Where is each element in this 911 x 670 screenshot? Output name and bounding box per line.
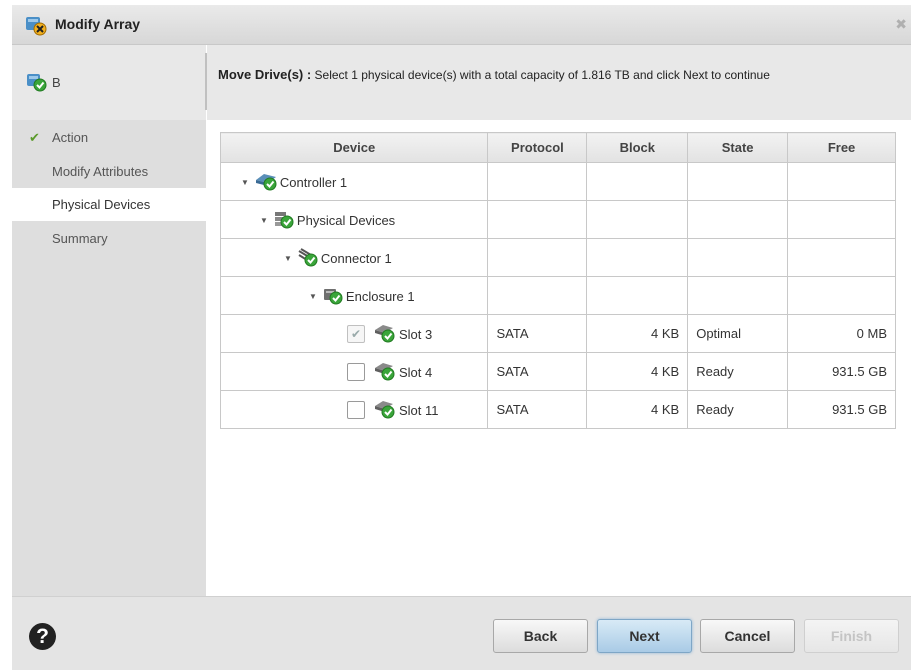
expand-triangle-icon[interactable]: ▼ bbox=[260, 216, 268, 225]
state-cell bbox=[687, 162, 789, 201]
protocol-cell bbox=[487, 276, 588, 315]
device-name: Slot 11 bbox=[399, 402, 439, 418]
dialog-footer: ? Back Next Cancel Finish bbox=[12, 596, 911, 670]
protocol-cell bbox=[487, 200, 588, 239]
block-cell bbox=[586, 162, 689, 201]
device-name: Slot 3 bbox=[399, 326, 433, 342]
enclosure-icon bbox=[322, 285, 344, 308]
close-icon[interactable]: ✖ bbox=[895, 17, 907, 31]
step-label: Action bbox=[52, 130, 89, 145]
step-label: Summary bbox=[52, 231, 108, 246]
array-modify-icon bbox=[24, 14, 48, 39]
device-table: Device Protocol Block State Free ▼ Contr… bbox=[219, 132, 896, 429]
step-action[interactable]: ✔ Action bbox=[12, 121, 206, 154]
wizard-steps: ✔ Action Modify Attributes Physical Devi… bbox=[12, 120, 206, 596]
protocol-cell bbox=[487, 162, 588, 201]
table-row[interactable]: ▼ Enclosure 1 bbox=[219, 276, 896, 315]
table-row[interactable]: ▼ Controller 1 bbox=[219, 162, 896, 201]
array-header: B bbox=[12, 45, 206, 120]
free-cell bbox=[787, 276, 896, 315]
instruction-message: Move Drive(s) : Select 1 physical device… bbox=[218, 68, 868, 82]
help-icon[interactable]: ? bbox=[29, 623, 56, 650]
expand-triangle-icon[interactable]: ▼ bbox=[309, 292, 317, 301]
block-cell bbox=[586, 200, 689, 239]
device-cell: Slot 4 bbox=[219, 352, 489, 391]
state-cell bbox=[687, 200, 789, 239]
protocol-cell: SATA bbox=[487, 390, 588, 429]
block-cell: 4 KB bbox=[586, 352, 689, 391]
state-cell: Ready bbox=[687, 352, 789, 391]
device-name: Physical Devices bbox=[296, 212, 396, 228]
protocol-cell: SATA bbox=[487, 352, 588, 391]
column-header-state[interactable]: State bbox=[687, 132, 789, 163]
expand-triangle-icon[interactable]: ▼ bbox=[284, 254, 292, 263]
table-row[interactable]: Slot 11 SATA 4 KB Ready 931.5 GB bbox=[219, 390, 896, 429]
device-name: Connector 1 bbox=[320, 250, 392, 266]
table-row[interactable]: ✔ Slot 3 SATA 4 KB Optimal 0 MB bbox=[219, 314, 896, 353]
device-cell: ✔ Slot 3 bbox=[219, 314, 489, 353]
finish-button[interactable]: Finish bbox=[804, 619, 899, 653]
cancel-button[interactable]: Cancel bbox=[700, 619, 795, 653]
instruction-text: Select 1 physical device(s) with a total… bbox=[311, 68, 770, 82]
column-header-free[interactable]: Free bbox=[787, 132, 896, 163]
next-button[interactable]: Next bbox=[597, 619, 692, 653]
drive-icon bbox=[373, 399, 397, 422]
block-cell bbox=[586, 276, 689, 315]
connector-icon bbox=[297, 247, 319, 270]
free-cell bbox=[787, 238, 896, 277]
array-name: B bbox=[52, 75, 61, 90]
state-cell bbox=[687, 238, 789, 277]
device-name: Controller 1 bbox=[279, 174, 348, 190]
block-cell bbox=[586, 238, 689, 277]
main-panel: Device Protocol Block State Free ▼ Contr… bbox=[206, 120, 911, 596]
device-cell: ▼ Connector 1 bbox=[219, 238, 489, 277]
table-header-row: Device Protocol Block State Free bbox=[219, 132, 896, 163]
device-cell: ▼ Controller 1 bbox=[219, 162, 489, 201]
drive-icon bbox=[373, 361, 397, 384]
step-modify-attributes[interactable]: Modify Attributes bbox=[12, 155, 206, 188]
free-cell: 931.5 GB bbox=[787, 390, 896, 429]
instruction-header: Move Drive(s) : Select 1 physical device… bbox=[207, 45, 911, 120]
state-cell bbox=[687, 276, 789, 315]
slot-checkbox[interactable]: ✔ bbox=[347, 325, 365, 343]
protocol-cell: SATA bbox=[487, 314, 588, 353]
column-header-device[interactable]: Device bbox=[219, 132, 489, 163]
step-summary[interactable]: Summary bbox=[12, 222, 206, 255]
slot-checkbox[interactable] bbox=[347, 401, 365, 419]
step-physical-devices[interactable]: Physical Devices bbox=[12, 188, 206, 221]
step-label: Physical Devices bbox=[52, 197, 151, 212]
free-cell: 931.5 GB bbox=[787, 352, 896, 391]
column-header-protocol[interactable]: Protocol bbox=[487, 132, 588, 163]
dialog-titlebar: Modify Array ✖ bbox=[12, 5, 911, 45]
step-label: Modify Attributes bbox=[52, 164, 149, 179]
checkmark-icon: ✔ bbox=[29, 130, 40, 145]
device-cell: ▼ Physical Devices bbox=[219, 200, 489, 239]
column-header-block[interactable]: Block bbox=[586, 132, 689, 163]
dialog-title: Modify Array bbox=[55, 16, 141, 32]
free-cell: 0 MB bbox=[787, 314, 896, 353]
device-cell: Slot 11 bbox=[219, 390, 489, 429]
table-row[interactable]: Slot 4 SATA 4 KB Ready 931.5 GB bbox=[219, 352, 896, 391]
device-cell: ▼ Enclosure 1 bbox=[219, 276, 489, 315]
table-row[interactable]: ▼ Physical Devices bbox=[219, 200, 896, 239]
back-button[interactable]: Back bbox=[493, 619, 588, 653]
protocol-cell bbox=[487, 238, 588, 277]
state-cell: Optimal bbox=[687, 314, 789, 353]
device-name: Enclosure 1 bbox=[345, 288, 415, 304]
table-row[interactable]: ▼ Connector 1 bbox=[219, 238, 896, 277]
slot-checkbox[interactable] bbox=[347, 363, 365, 381]
drive-icon bbox=[373, 323, 397, 346]
expand-triangle-icon[interactable]: ▼ bbox=[241, 178, 249, 187]
block-cell: 4 KB bbox=[586, 390, 689, 429]
instruction-title: Move Drive(s) : bbox=[218, 67, 312, 82]
free-cell bbox=[787, 162, 896, 201]
controller-icon bbox=[254, 171, 278, 194]
state-cell: Ready bbox=[687, 390, 789, 429]
array-icon bbox=[26, 72, 48, 95]
free-cell bbox=[787, 200, 896, 239]
physical-devices-icon bbox=[273, 209, 295, 232]
device-name: Slot 4 bbox=[399, 364, 433, 380]
block-cell: 4 KB bbox=[586, 314, 689, 353]
